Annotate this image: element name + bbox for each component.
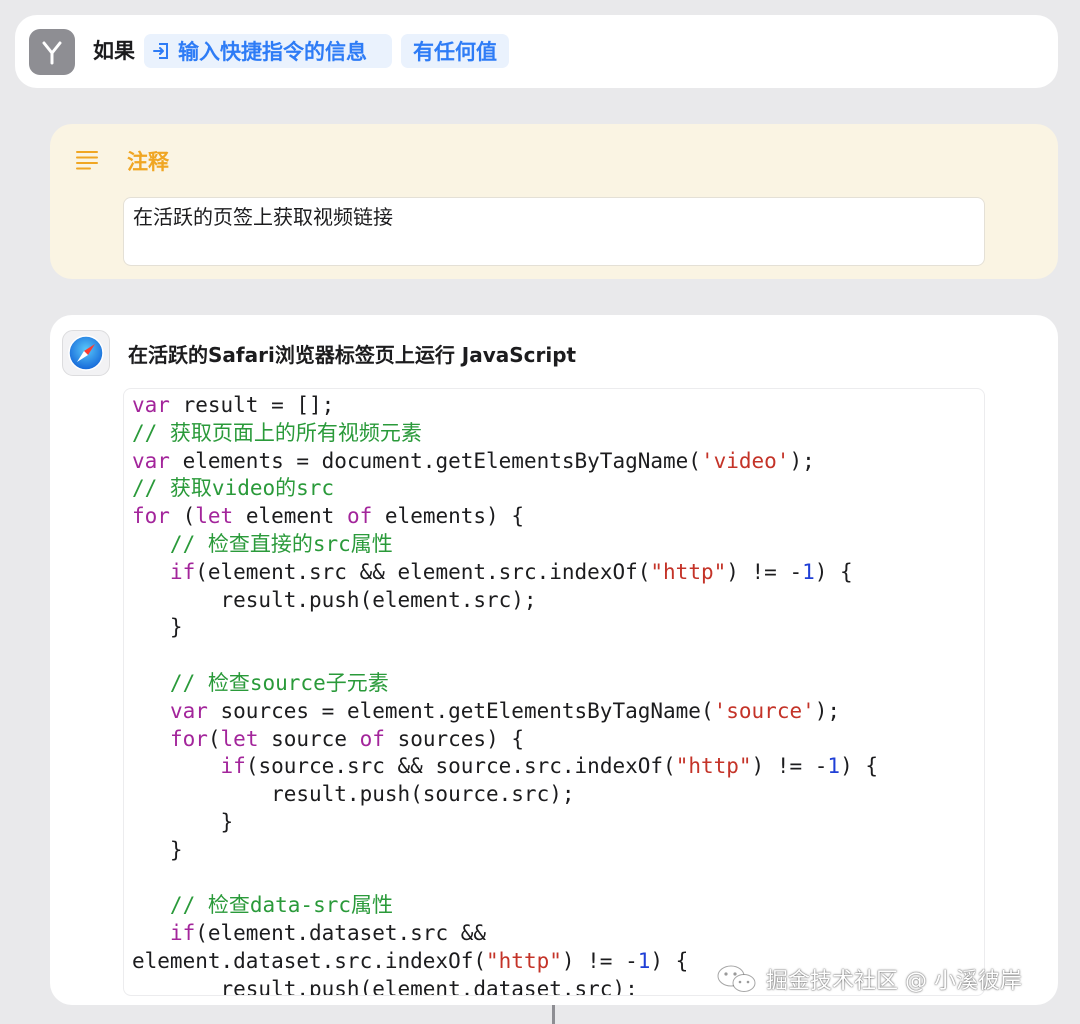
code-token: "http" [486,949,562,973]
code-token: // 获取video的src [132,476,335,501]
watermark-text: 掘金技术社区 @ 小溪彼岸 [766,969,1022,994]
code-token: // 获取页面上的所有视频元素 [132,420,422,445]
code-token: of [359,726,385,751]
code-token: result.push(element.dataset.src); [132,976,638,996]
code-token: // 检查data-src属性 [132,893,394,918]
comment-title: 注释 [127,150,169,174]
code-line: // 获取video的src [132,474,334,502]
input-token-label: 输入快捷指令的信息 [178,40,367,64]
code-token: sources) { [384,726,524,751]
if-label: 如果 [93,39,135,63]
code-token: if [220,754,246,779]
code-token: "http" [650,559,727,584]
code-token: for [132,504,170,529]
code-line: } [132,613,183,641]
code-token: source [258,726,360,751]
code-token: var [132,393,170,417]
comment-text-field[interactable]: 在活跃的页签上获取视频链接 [123,197,985,266]
code-line: // 检查直接的src属性 [132,530,393,558]
code-token: 'video' [700,448,790,473]
input-variable-token[interactable]: 输入快捷指令的信息 [144,34,392,68]
code-token: // 检查source子元素 [132,671,389,695]
javascript-code-editor[interactable]: var result = [];// 获取页面上的所有视频元素 var eleme… [123,388,985,996]
code-token: ); [789,448,815,473]
watermark: 掘金技术社区 @ 小溪彼岸 [716,963,1022,995]
code-line: result.push(source.src); [132,780,575,808]
code-line: for(let source of sources) { [132,725,524,753]
code-line: for (let element of elements) { [132,502,524,530]
code-token: sources = element.getElementsByTagName( [207,698,714,723]
text-lines-icon [75,149,99,175]
code-token: result.push(source.src); [132,782,575,807]
code-line: result.push(element.src); [132,586,537,614]
code-line: } [132,808,234,836]
code-token: element.dataset.src.indexOf( [132,949,487,973]
code-line: result.push(element.dataset.src); [132,975,638,996]
code-token: "http" [675,754,752,779]
wechat-icon [716,964,758,994]
code-line: // 检查data-src属性 [132,891,393,919]
code-token: (source.src && source.src.indexOf( [245,754,676,779]
code-token: (element.src && element.src.indexOf( [195,559,651,584]
code-token: var [132,448,170,473]
code-line: if(element.src && element.src.indexOf("h… [132,558,853,586]
code-token: } [132,615,183,640]
code-token: let [220,726,259,751]
code-line: var sources = element.getElementsByTagNa… [132,697,840,725]
code-line: element.dataset.src.indexOf("http") != -… [132,947,688,975]
code-token: } [132,810,234,834]
flow-connector-line [552,1005,555,1024]
code-token: ) { [814,559,853,584]
code-token: for [169,726,208,751]
code-token: 1 [802,559,815,584]
safari-compass-icon [62,330,110,376]
condition-token[interactable]: 有任何值 [401,34,509,68]
code-token: element [233,504,347,529]
code-token: if [169,921,196,946]
code-line: // 检查source子元素 [132,669,389,697]
code-token: } [132,837,183,862]
code-token: result.push(element.src); [132,587,537,612]
code-token: ) != - [726,559,803,584]
code-token: ); [814,698,841,723]
code-line: // 获取页面上的所有视频元素 [132,419,422,447]
code-line: var elements = document.getElementsByTag… [132,447,815,475]
code-token: 'source' [713,698,815,723]
code-token: 1 [637,949,651,973]
code-token: of [346,504,373,529]
code-token: elements) { [372,504,524,529]
code-token: result = []; [169,393,335,417]
javascript-action-title: 在活跃的Safari浏览器标签页上运行 JavaScript [128,343,577,367]
code-token: 1 [827,754,841,779]
code-token: ) != - [561,949,638,973]
code-token: // 检查直接的src属性 [132,532,393,556]
input-arrow-icon [152,41,170,61]
code-token: ) { [840,754,878,779]
code-token: ) { [650,949,689,973]
code-token: ( [207,726,221,751]
code-line: } [132,836,183,864]
code-token: var [169,698,208,723]
code-token: ) != - [751,754,828,779]
code-line: if(source.src && source.src.indexOf("htt… [132,752,878,780]
code-token: (element.dataset.src && [195,921,487,946]
comment-text: 在活跃的页签上获取视频链接 [133,205,393,229]
code-token: if [169,559,196,584]
code-line: if(element.dataset.src && [132,919,486,947]
branch-icon [29,29,75,75]
code-token: ( [169,504,196,529]
code-line: var result = []; [132,391,334,419]
code-token: let [195,504,234,529]
code-token: elements = document.getElementsByTagName… [169,448,701,473]
